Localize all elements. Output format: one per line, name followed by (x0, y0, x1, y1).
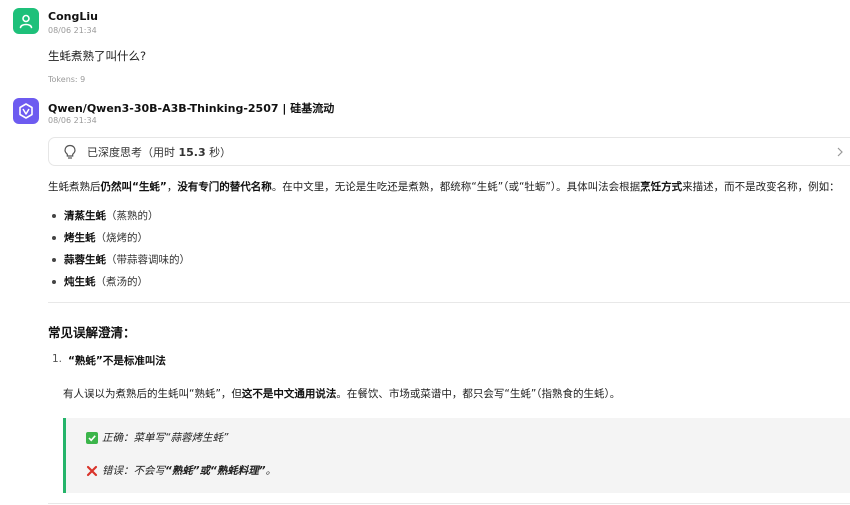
list-item: 清蒸生蚝 （蒸熟的） (52, 205, 190, 227)
user-avatar (13, 8, 39, 34)
user-message: 生蚝煮熟了叫什么? (48, 49, 147, 63)
section-heading: 常见误解澄清： (48, 325, 136, 340)
correct-example: 正确：菜单写“蒜蓉烤生蚝” (86, 430, 228, 445)
token-count: Tokens: 9 (48, 75, 86, 84)
thinking-duration: 15.3 (178, 145, 206, 159)
lightbulb-icon (64, 144, 76, 159)
example-blockquote: 正确：菜单写“蒜蓉烤生蚝” 错误：不会写 “熟蚝”或“熟蚝料理”。 (63, 418, 850, 493)
divider (48, 302, 850, 303)
list-item: 炖生蚝 （煮汤的） (52, 271, 190, 293)
ordered-list-item: 1. “熟蚝”不是标准叫法 (52, 353, 166, 367)
cooking-method-list: 清蒸生蚝 （蒸熟的） 烤生蚝 （烧烤的） 蒜蓉生蚝 （带蒜蓉调味的） 炖生蚝 （煮汤的） (52, 205, 190, 293)
wrong-example: 错误：不会写 “熟蚝”或“熟蚝料理”。 (86, 463, 276, 478)
check-mark-icon (86, 431, 98, 444)
qwen-logo-icon (19, 103, 33, 119)
deep-thinking-toggle[interactable]: 已深度思考（用时 15.3 秒） (48, 137, 850, 166)
thinking-label: 已深度思考（用时 15.3 秒） (87, 145, 232, 159)
user-timestamp: 08/06 21:34 (48, 26, 97, 35)
chevron-right-icon[interactable] (835, 146, 845, 158)
bot-name: Qwen/Qwen3-30B-A3B-Thinking-2507 | 硅基流动 (48, 102, 335, 115)
answer-paragraph: 生蚝煮熟后仍然叫“生蚝”，没有专门的替代名称。在中文里，无论是生吃还是煮熟，都统… (48, 181, 840, 193)
user-name: CongLiu (48, 10, 98, 23)
list-item: 蒜蓉生蚝 （带蒜蓉调味的） (52, 249, 190, 271)
bot-timestamp: 08/06 21:34 (48, 116, 97, 125)
divider (48, 503, 850, 504)
cross-mark-icon (86, 465, 98, 477)
list-item: 烤生蚝 （烧烤的） (52, 227, 190, 249)
explanation-paragraph: 有人误以为煮熟后的生蚝叫“熟蚝”，但这不是中文通用说法。在餐饮、市场或菜谱中，都… (63, 388, 621, 400)
person-icon (19, 14, 33, 29)
bot-avatar (13, 98, 39, 124)
